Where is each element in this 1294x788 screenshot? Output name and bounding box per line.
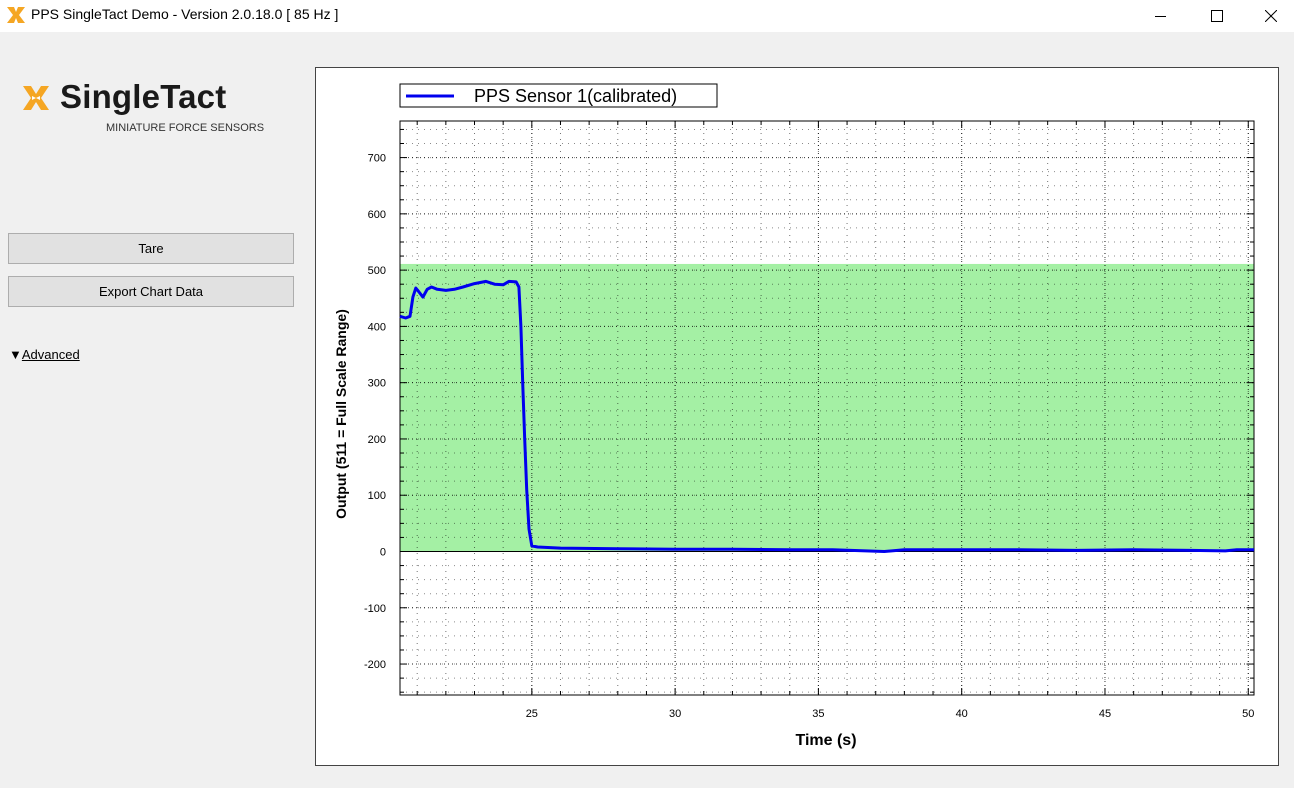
maximize-button[interactable]	[1194, 0, 1240, 32]
advanced-link-label: Advanced	[21, 347, 80, 362]
maximize-icon	[1211, 10, 1223, 22]
x-tick-label: 35	[812, 708, 824, 720]
legend-label: PPS Sensor 1(calibrated)	[474, 86, 677, 106]
close-button[interactable]	[1248, 0, 1294, 32]
logo-x-icon	[23, 86, 49, 110]
x-tick-label: 30	[669, 708, 681, 720]
logo-name: SingleTact	[60, 78, 227, 115]
y-tick-label: 700	[368, 153, 386, 165]
y-tick-label: 600	[368, 209, 386, 221]
export-chart-data-button[interactable]: Export Chart Data	[8, 276, 294, 307]
y-tick-label: 200	[368, 434, 386, 446]
tare-button[interactable]: Tare	[8, 233, 294, 264]
minimize-icon	[1155, 16, 1166, 17]
singletact-x-icon	[7, 7, 25, 23]
close-icon	[1265, 10, 1277, 22]
title-bar: PPS SingleTact Demo - Version 2.0.18.0 […	[0, 0, 1294, 32]
y-tick-label: -100	[364, 603, 386, 615]
y-axis-label: Output (511 = Full Scale Range)	[333, 309, 349, 519]
y-tick-label: 400	[368, 321, 386, 333]
x-axis-label: Time (s)	[795, 732, 856, 749]
logo-subtitle: MINIATURE FORCE SENSORS	[106, 122, 265, 134]
minimize-button[interactable]	[1138, 0, 1184, 32]
y-tick-label: 500	[368, 265, 386, 277]
singletact-logo: SingleTact MINIATURE FORCE SENSORS	[22, 78, 292, 138]
window-title: PPS SingleTact Demo - Version 2.0.18.0 […	[31, 6, 339, 22]
y-tick-label: 300	[368, 378, 386, 390]
y-tick-label: 0	[380, 547, 386, 559]
x-tick-label: 25	[526, 708, 538, 720]
y-tick-label: -200	[364, 659, 386, 671]
x-tick-label: 40	[956, 708, 968, 720]
y-tick-label: 100	[368, 490, 386, 502]
triangle-down-icon: ▼	[9, 347, 22, 362]
advanced-toggle[interactable]: ▼Advanced	[9, 347, 80, 362]
chart-panel: 25 30 35 40 45 50 -200 -100 0 100 200 300 400 500 600 7…	[315, 67, 1279, 766]
sensor-chart: 25 30 35 40 45 50 -200 -100 0 100 200 300 400 500 600 7…	[333, 83, 1255, 749]
x-tick-label: 45	[1099, 708, 1111, 720]
x-tick-label: 50	[1242, 708, 1254, 720]
